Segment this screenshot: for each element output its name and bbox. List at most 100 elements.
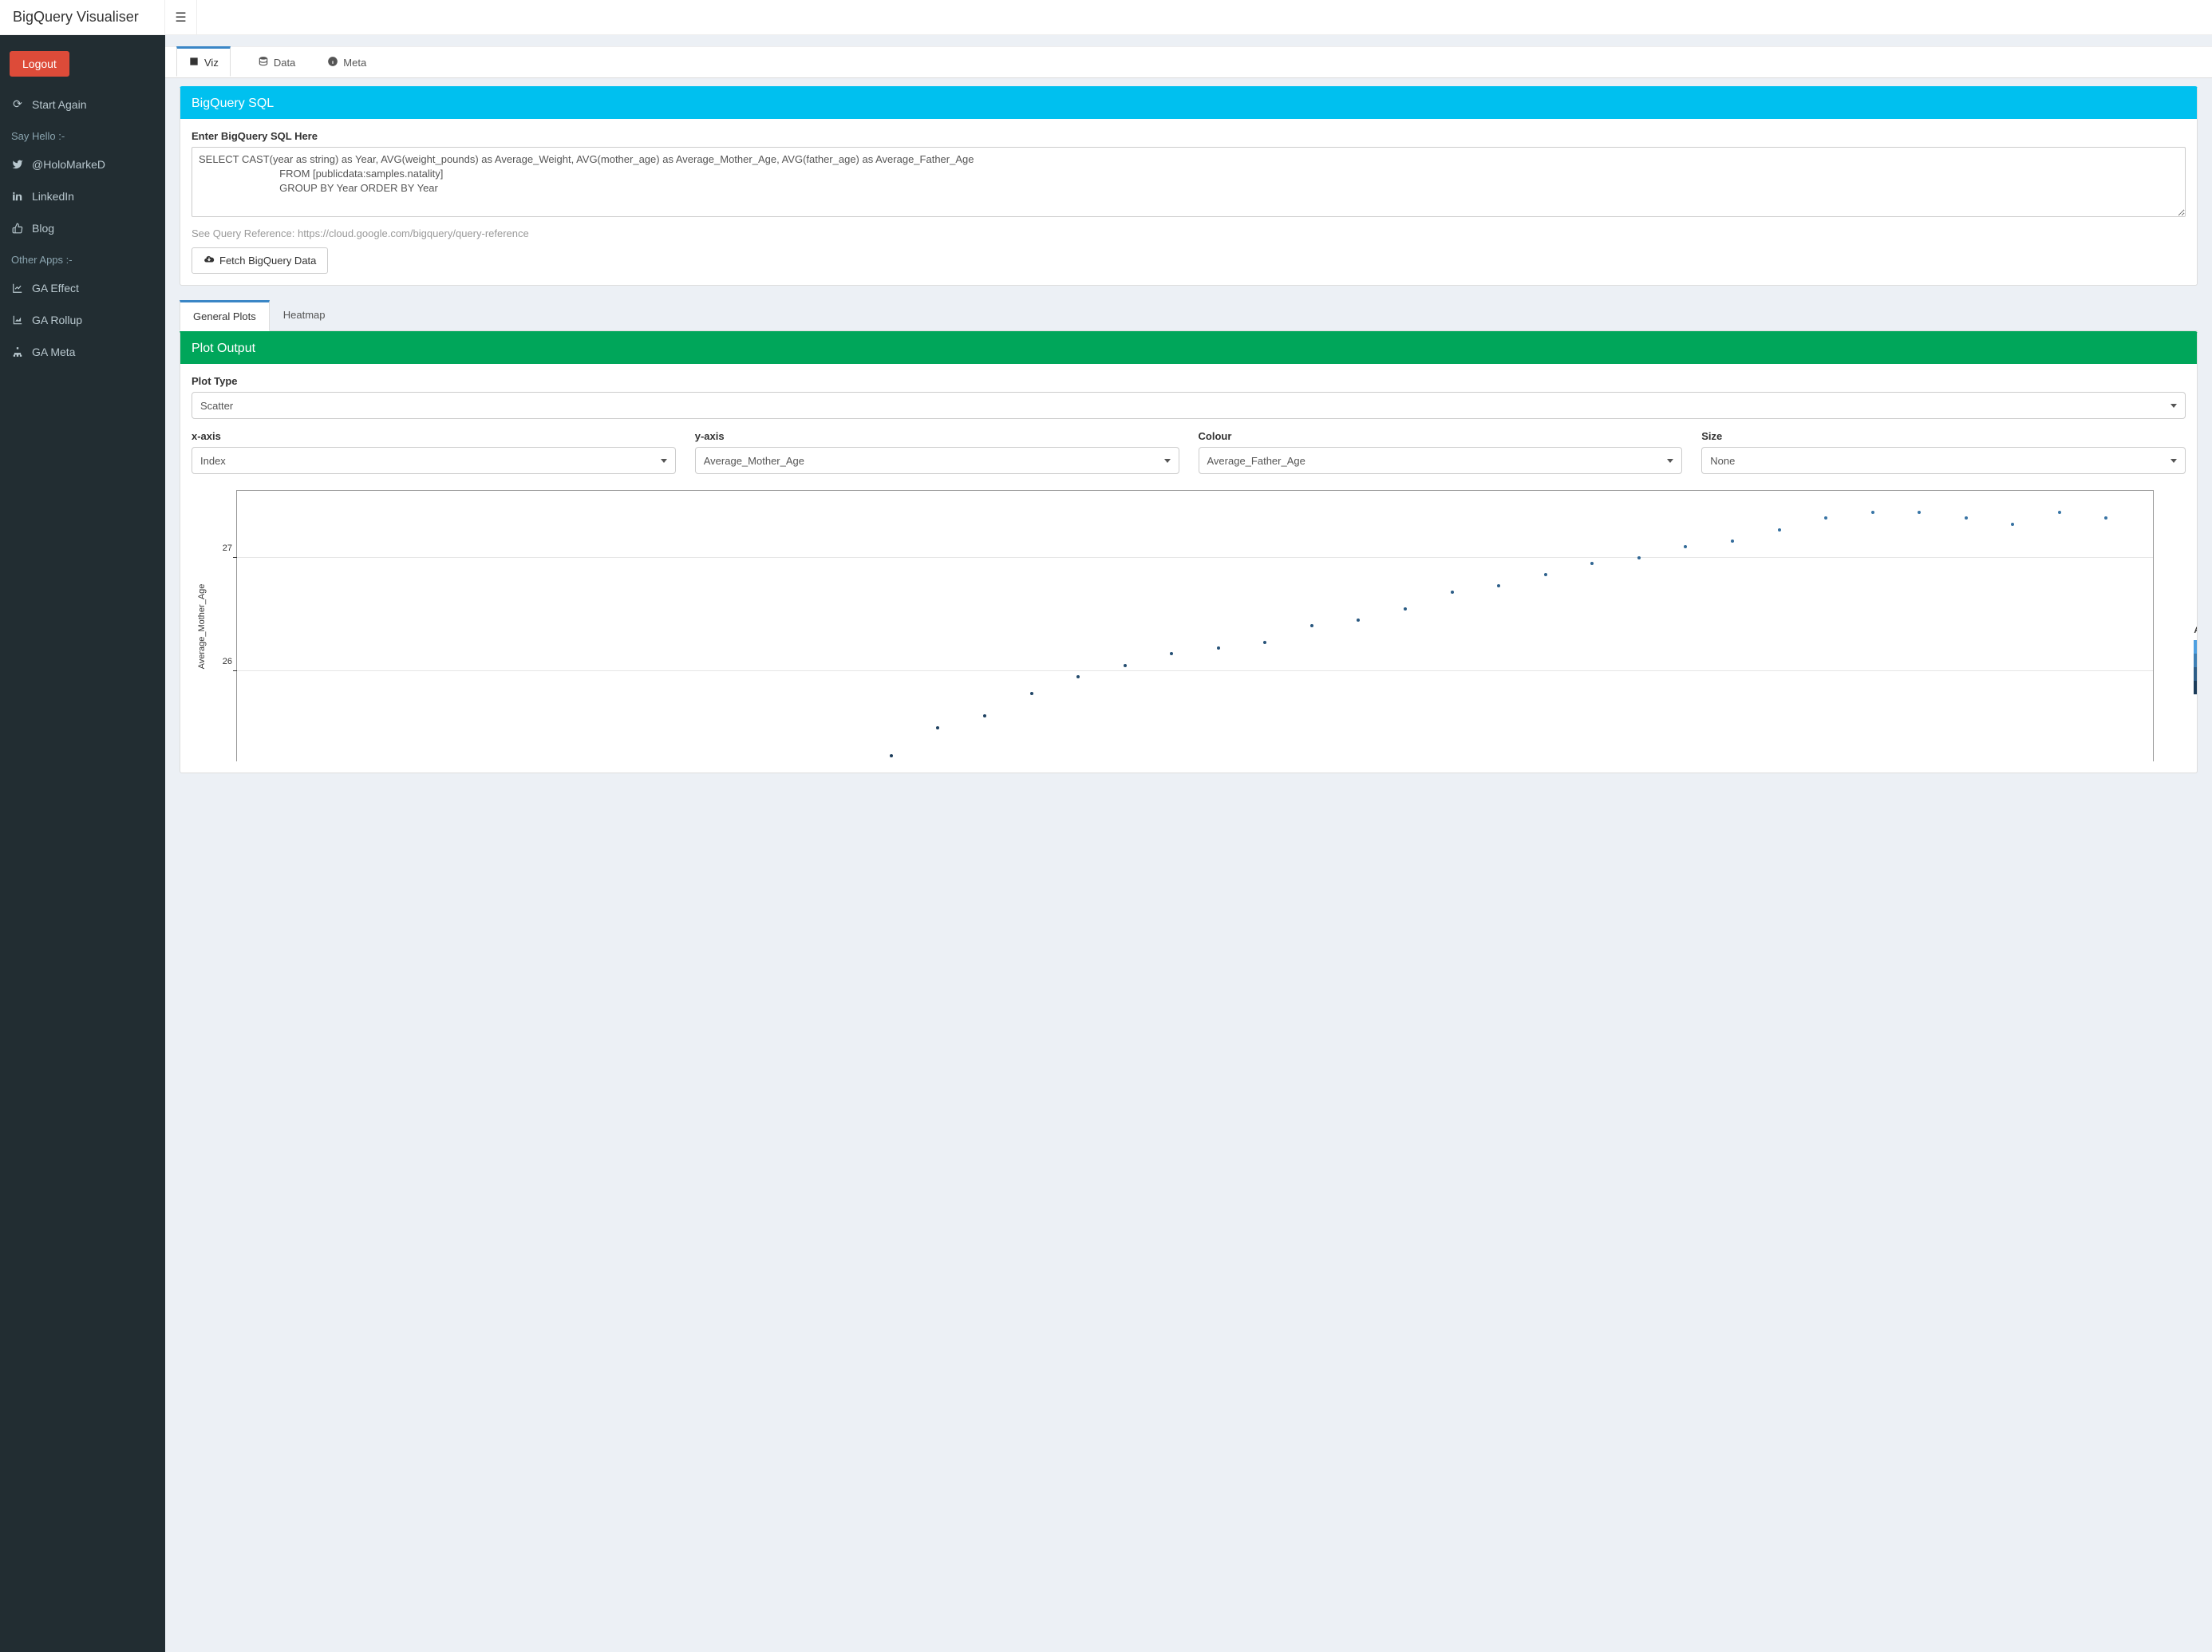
data-point <box>1731 539 1734 543</box>
sidebar-item-label: Start Again <box>32 98 87 111</box>
sidebar-section-other-apps: Other Apps :- <box>0 244 165 272</box>
colour-select[interactable]: Average_Father_Age <box>1199 447 1683 474</box>
size-select[interactable]: None <box>1701 447 2186 474</box>
sidebar: Logout ⟳ Start Again Say Hello :- @HoloM… <box>0 35 165 1652</box>
main-tabs: Viz Data Meta <box>165 46 2212 78</box>
area-chart-icon <box>11 314 24 326</box>
data-point <box>1778 528 1781 532</box>
sql-help-text: See Query Reference: https://cloud.googl… <box>192 227 2186 239</box>
data-point <box>1076 675 1080 678</box>
data-point <box>1170 652 1173 655</box>
data-point <box>1824 516 1827 520</box>
data-point <box>1918 511 1921 514</box>
twitter-icon <box>11 159 24 170</box>
data-point <box>1544 573 1547 576</box>
sidebar-item-ga-effect[interactable]: GA Effect <box>0 272 165 304</box>
app-brand: BigQuery Visualiser <box>0 0 165 34</box>
logout-button[interactable]: Logout <box>10 51 69 77</box>
cloud-download-icon <box>203 254 215 267</box>
fetch-button-label: Fetch BigQuery Data <box>219 255 316 267</box>
subtab-general-plots[interactable]: General Plots <box>180 300 270 331</box>
y-axis-select[interactable]: Average_Mother_Age <box>695 447 1179 474</box>
thumbs-up-icon <box>11 223 24 234</box>
sql-panel: BigQuery SQL Enter BigQuery SQL Here See… <box>180 86 2198 286</box>
data-point <box>1404 607 1407 611</box>
x-axis-label: x-axis <box>192 430 676 442</box>
legend-row: 36 <box>2194 667 2198 681</box>
tab-label: Viz <box>204 57 219 69</box>
data-point <box>1965 516 1968 520</box>
data-point <box>1590 562 1594 565</box>
refresh-icon: ⟳ <box>11 97 24 111</box>
info-icon <box>327 56 338 69</box>
caret-down-icon <box>1164 459 1171 463</box>
data-point <box>1030 692 1033 695</box>
sidebar-item-ga-rollup[interactable]: GA Rollup <box>0 304 165 336</box>
chart-y-label: Average_Mother_Age <box>197 583 207 669</box>
data-point <box>2011 523 2014 526</box>
tab-label: Data <box>274 57 295 69</box>
caret-down-icon <box>1667 459 1673 463</box>
line-chart-icon <box>11 283 24 294</box>
tab-viz[interactable]: Viz <box>176 46 231 77</box>
data-point <box>1357 619 1360 622</box>
plot-type-label: Plot Type <box>192 375 2186 387</box>
colour-label: Colour <box>1199 430 1683 442</box>
sidebar-item-label: GA Effect <box>32 282 79 294</box>
fetch-data-button[interactable]: Fetch BigQuery Data <box>192 247 328 274</box>
data-point <box>2058 511 2061 514</box>
legend-row: 34 <box>2194 681 2198 694</box>
sidebar-item-blog[interactable]: Blog <box>0 212 165 244</box>
y-axis-label: y-axis <box>695 430 1179 442</box>
data-point <box>1637 556 1641 559</box>
data-point <box>1497 584 1500 587</box>
x-axis-select[interactable]: Index <box>192 447 676 474</box>
plot-type-select[interactable]: Scatter <box>192 392 2186 419</box>
y-axis-value: Average_Mother_Age <box>704 455 804 467</box>
caret-down-icon <box>661 459 667 463</box>
tab-label: Meta <box>343 57 366 69</box>
data-point <box>2104 516 2107 520</box>
plot-panel: Plot Output Plot Type Scatter x-axis Ind… <box>180 331 2198 773</box>
plot-subtabs: General Plots Heatmap <box>180 300 2198 331</box>
data-point <box>1310 624 1313 627</box>
y-tick-label: 27 <box>223 543 232 553</box>
plot-panel-title: Plot Output <box>180 334 2197 364</box>
sidebar-item-linkedin[interactable]: LinkedIn <box>0 180 165 212</box>
data-point <box>1684 545 1687 548</box>
data-point <box>936 726 939 729</box>
legend-row: 40 <box>2194 640 2198 654</box>
data-point <box>890 754 893 757</box>
data-point <box>1871 511 1874 514</box>
hamburger-icon[interactable]: ☰ <box>175 10 186 26</box>
scatter-chart: Average_Mother_Age 2627 <box>236 490 2154 761</box>
sidebar-item-ga-meta[interactable]: GA Meta <box>0 336 165 368</box>
tab-meta[interactable]: Meta <box>322 46 371 77</box>
data-point <box>1451 591 1454 594</box>
sidebar-item-twitter[interactable]: @HoloMarkeD <box>0 148 165 180</box>
caret-down-icon <box>2171 404 2177 408</box>
x-axis-value: Index <box>200 455 226 467</box>
sql-input-label: Enter BigQuery SQL Here <box>192 130 2186 142</box>
sql-panel-title: BigQuery SQL <box>180 89 2197 119</box>
colour-legend: Average_Father_Age 40383634 <box>2194 626 2198 694</box>
topbar: BigQuery Visualiser ☰ <box>0 0 2212 35</box>
tab-data[interactable]: Data <box>253 46 300 77</box>
caret-down-icon <box>2171 459 2177 463</box>
database-icon <box>258 56 269 69</box>
chart-area: Average_Mother_Age 2627 Average_Father_A… <box>192 490 2186 761</box>
size-label: Size <box>1701 430 2186 442</box>
legend-row: 38 <box>2194 654 2198 667</box>
axis-controls: x-axis Index y-axis Average_Mother_Age C… <box>192 430 2186 474</box>
sidebar-item-label: LinkedIn <box>32 190 74 203</box>
image-icon <box>188 56 199 69</box>
sidebar-item-start-again[interactable]: ⟳ Start Again <box>0 88 165 121</box>
data-point <box>1217 646 1220 650</box>
data-point <box>1263 641 1266 644</box>
sidebar-item-label: Blog <box>32 222 54 235</box>
main-content: Viz Data Meta BigQuery SQL Enter BigQuer… <box>165 35 2212 773</box>
sql-input[interactable] <box>192 147 2186 217</box>
subtab-heatmap[interactable]: Heatmap <box>270 300 339 330</box>
size-value: None <box>1710 455 1735 467</box>
y-tick-label: 26 <box>223 657 232 666</box>
